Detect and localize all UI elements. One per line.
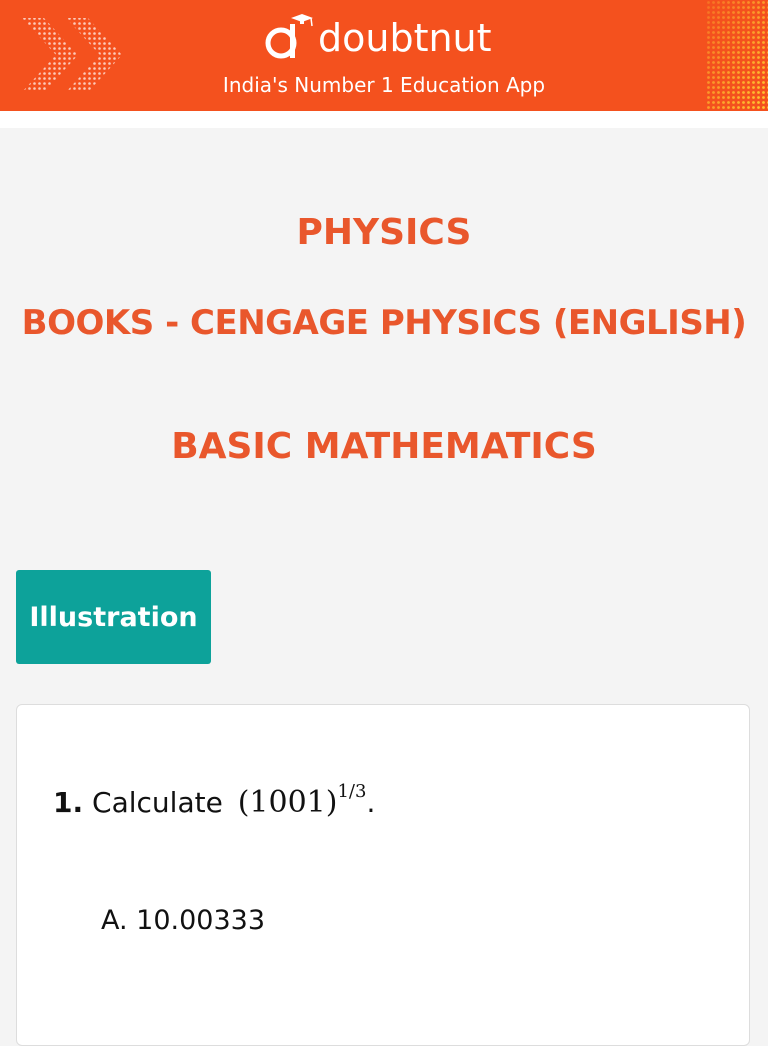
dots-decoration-icon xyxy=(706,0,768,111)
math-exponent: 1/3 xyxy=(337,781,367,802)
doubtnut-logo-icon xyxy=(265,14,313,59)
chapter-heading: BASIC MATHEMATICS xyxy=(171,426,597,467)
question-math: (1001)1/3 xyxy=(237,781,367,820)
question-prompt: Calculate xyxy=(92,786,223,819)
question-text: 1. Calculate (1001)1/3. xyxy=(53,781,376,820)
brand[interactable]: doubtnut xyxy=(262,12,492,64)
book-heading: BOOKS - CENGAGE PHYSICS (ENGLISH) xyxy=(21,303,747,343)
question-card: 1. Calculate (1001)1/3. A. 10.00333 xyxy=(16,704,750,1046)
option-a[interactable]: A. 10.00333 xyxy=(101,905,265,936)
app-header: doubtnut India's Number 1 Education App xyxy=(0,0,768,111)
math-base: (1001) xyxy=(237,785,338,820)
illustration-tab[interactable]: Illustration xyxy=(16,570,211,664)
subject-heading: PHYSICS xyxy=(296,212,472,253)
question-number: 1. xyxy=(53,786,84,819)
header-divider xyxy=(0,111,768,128)
question-punctuation: . xyxy=(366,786,376,819)
tagline: India's Number 1 Education App xyxy=(222,73,546,97)
brand-name: doubtnut xyxy=(318,16,492,60)
